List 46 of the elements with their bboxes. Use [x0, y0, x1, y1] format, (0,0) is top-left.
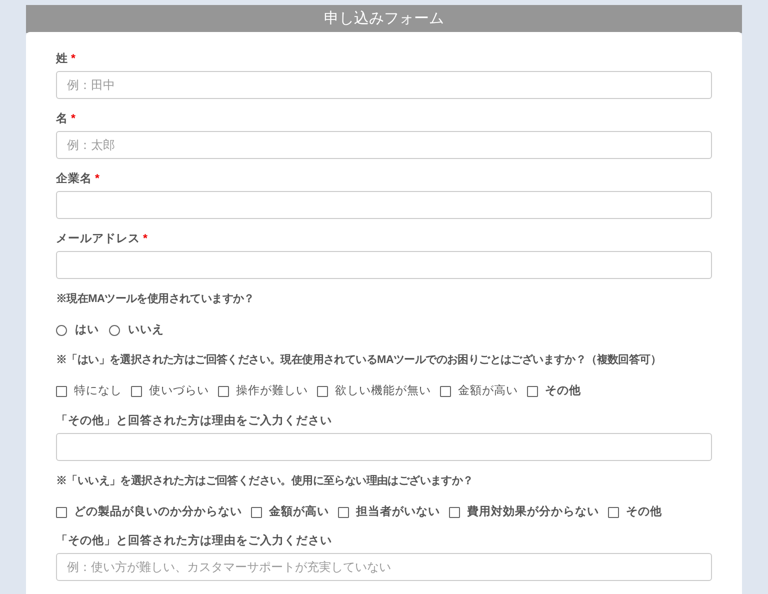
checkbox-label: その他	[626, 504, 662, 520]
checkbox-label: 担当者がいない	[356, 504, 440, 520]
question-text: ※現在MAツールを使用されていますか？	[56, 292, 256, 307]
checkbox-label: 欲しい機能が無い	[335, 384, 431, 400]
text-field[interactable]	[56, 191, 712, 219]
checkbox-label: その他	[545, 384, 581, 400]
field-label: メールアドレス	[56, 232, 140, 247]
field-label: 「その他」と回答された方は理由をご入力ください	[56, 414, 332, 428]
checkbox-label: 使いづらい	[149, 384, 209, 400]
checkbox-label: どの製品が良いのか分からない	[74, 504, 242, 520]
checkbox-label: 金額が高い	[269, 504, 329, 520]
required-mark: *	[71, 112, 76, 127]
checkbox[interactable]	[218, 386, 229, 398]
checkbox[interactable]	[338, 506, 349, 518]
form-header: 申し込みフォーム	[26, 5, 742, 33]
checkbox[interactable]	[56, 506, 67, 518]
text-field[interactable]: 例：田中	[56, 71, 712, 99]
required-mark: *	[71, 52, 76, 67]
checkbox-label: 特になし	[74, 384, 122, 400]
text-field[interactable]: 例：太郎	[56, 131, 712, 159]
checkbox[interactable]	[131, 386, 142, 398]
required-mark: *	[143, 232, 148, 247]
field-label: 企業名	[56, 172, 92, 187]
text-field[interactable]	[56, 251, 712, 279]
radio-button[interactable]	[109, 325, 120, 336]
radio-button[interactable]	[56, 325, 67, 336]
checkbox[interactable]	[440, 386, 451, 398]
checkbox[interactable]	[317, 386, 328, 398]
field-label: 「その他」と回答された方は理由をご入力ください	[56, 534, 332, 549]
text-field[interactable]: 例：使い方が難しい、カスタマーサポートが充実していない	[56, 552, 712, 581]
checkbox-label: 金額が高い	[458, 383, 518, 400]
checkbox[interactable]	[527, 386, 538, 398]
checkbox-label: 費用対効果が分からない	[467, 504, 599, 520]
checkbox-label: 操作が難しい	[236, 384, 308, 400]
checkbox[interactable]	[608, 506, 619, 518]
required-mark: *	[95, 172, 100, 187]
question-text: ※「はい」を選択された方はご回答ください。現在使用されているMAツールでのお困りごとはございますか？（複数回答可）	[56, 353, 662, 368]
text-field[interactable]	[56, 432, 712, 460]
checkbox[interactable]	[56, 386, 67, 398]
field-label: 姓	[56, 52, 68, 67]
radio-label: はい	[75, 323, 99, 338]
field-label: 名	[56, 112, 68, 127]
checkbox[interactable]	[251, 506, 262, 518]
radio-label: いいえ	[128, 323, 164, 338]
question-text: ※「いいえ」を選択された方はご回答ください。使用に至らない理由はございますか？	[56, 474, 474, 488]
checkbox[interactable]	[449, 506, 460, 518]
